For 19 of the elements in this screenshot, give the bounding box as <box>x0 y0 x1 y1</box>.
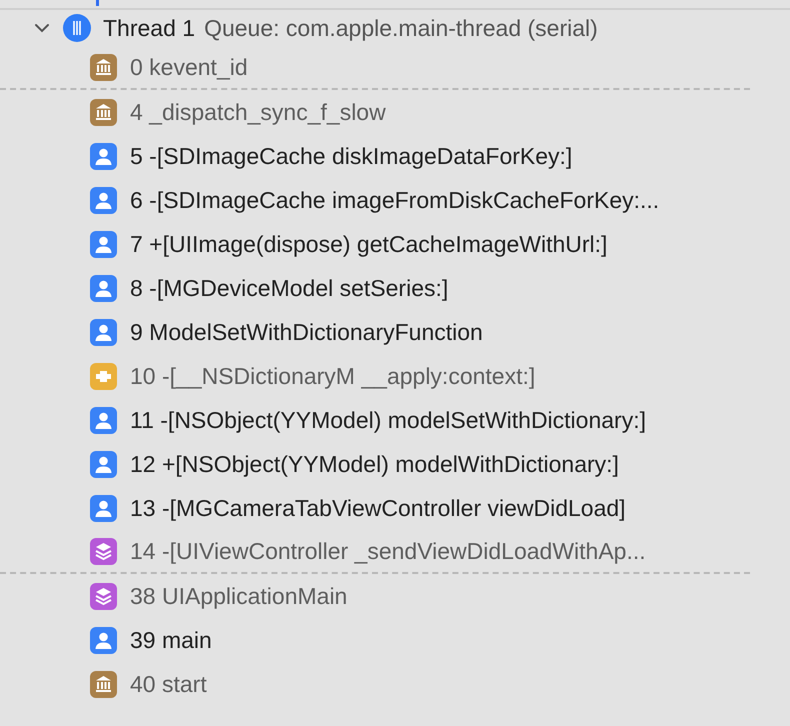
stack-frame-label[interactable]: 39 main <box>130 626 212 654</box>
queue-label: Queue: com.apple.main-thread (serial) <box>204 14 598 42</box>
stack-frame-label[interactable]: 5 -[SDImageCache diskImageDataForKey:] <box>130 142 572 170</box>
stack-frame-label[interactable]: 7 +[UIImage(dispose) getCacheImageWithUrl:] <box>130 230 608 258</box>
disclosure-chevron-icon[interactable] <box>34 22 50 34</box>
stack-frame-label[interactable]: 9 ModelSetWithDictionaryFunction <box>130 318 483 346</box>
stack-frame-label[interactable]: 6 -[SDImageCache imageFromDiskCacheForKey:... <box>130 186 660 214</box>
thread-icon <box>63 14 91 42</box>
stack-frame-label[interactable]: 40 start <box>130 670 207 698</box>
stack-frame-label[interactable]: 38 UIApplicationMain <box>130 582 348 610</box>
stack-frame-label[interactable]: 11 -[NSObject(YYModel) modelSetWithDictionary:] <box>130 406 646 434</box>
stack-frame-label[interactable]: 8 -[MGDeviceModel setSeries:] <box>130 274 448 302</box>
thread-name: Thread 1 <box>103 14 196 42</box>
stack-frame-label[interactable]: 14 -[UIViewController _sendViewDidLoadWithAp... <box>130 538 646 564</box>
stack-frame-label[interactable]: 13 -[MGCameraTabViewController viewDidLoad] <box>130 494 626 522</box>
stack-frame-label[interactable]: 12 +[NSObject(YYModel) modelWithDictionary:] <box>130 450 619 478</box>
stack-frame-label[interactable]: 0 kevent_id <box>130 54 248 80</box>
stack-frame-label[interactable]: 10 -[__NSDictionaryM __apply:context:] <box>130 362 536 390</box>
stack-frame-label[interactable]: 4 _dispatch_sync_f_slow <box>130 98 386 126</box>
